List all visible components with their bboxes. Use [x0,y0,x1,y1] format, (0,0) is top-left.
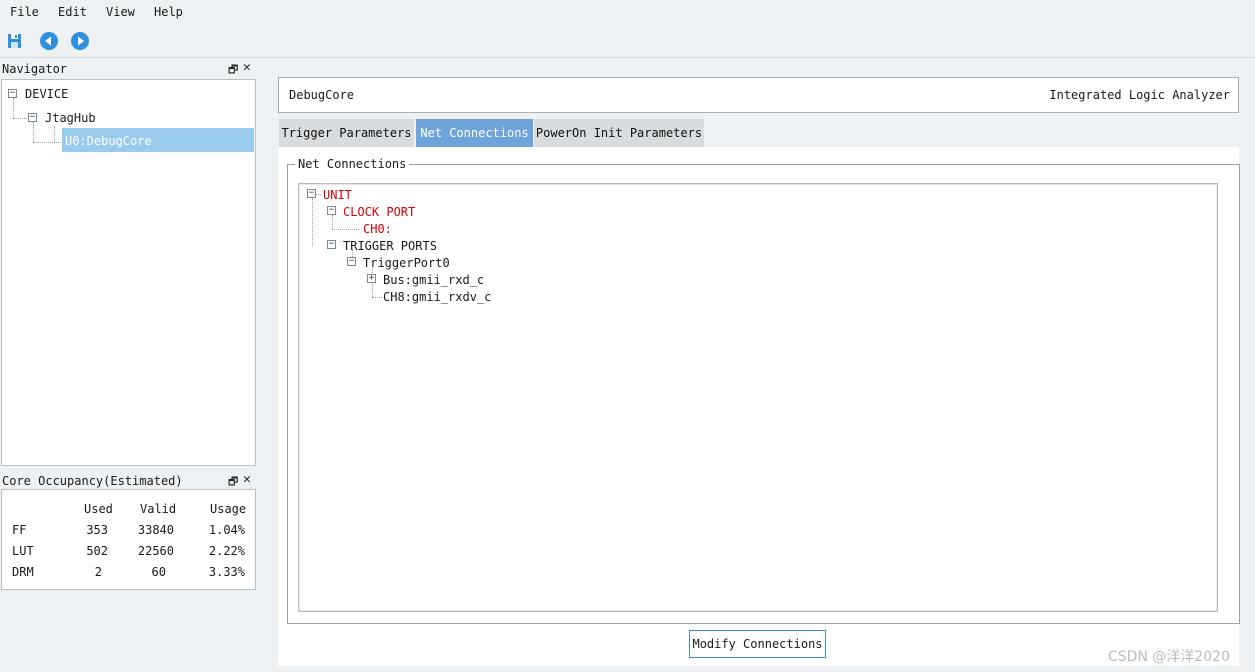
tree-node-unit[interactable]: UNIT [323,188,352,202]
cell-usage: 2.22% [208,544,245,558]
column-header: Valid [140,502,177,516]
navigator-title: Navigator [2,62,68,76]
collapse-icon[interactable]: − [8,89,17,98]
navigator-tree: − DEVICE − JtagHub U0:DebugCore [1,79,256,466]
tree-node-device[interactable]: DEVICE [25,87,68,101]
watermark: CSDN @洋洋2020 [1108,649,1230,665]
menu-edit[interactable]: Edit [58,5,87,19]
cell-valid: 22560 [137,544,174,558]
tree-node-trigger-ports[interactable]: TRIGGER PORTS [343,239,437,253]
collapse-icon[interactable]: − [327,240,336,249]
cell-used: 353 [86,523,108,537]
occupancy-table: Used Valid Usage FF 353 33840 1.04% LUT … [1,489,256,590]
menu-view[interactable]: View [106,5,135,19]
column-header: Usage [210,502,247,516]
tree-node-debugcore[interactable]: U0:DebugCore [65,134,152,148]
tree-node-bus[interactable]: Bus:gmii_rxd_c [383,273,484,287]
group-title: Net Connections [295,157,410,171]
net-connections-tree: − UNIT − CLOCK PORT CH0: − TRIGGER PORTS… [298,183,1218,612]
row-label: DRM [12,565,34,579]
tree-node-ch0[interactable]: CH0: [363,222,392,236]
collapse-icon[interactable]: − [327,206,336,215]
cell-used: 502 [86,544,108,558]
row-label: LUT [12,544,34,558]
cell-usage: 3.33% [208,565,245,579]
cell-valid: 60 [151,565,166,579]
collapse-icon[interactable]: − [28,113,37,122]
occupancy-title: Core Occupancy(Estimated) [2,474,183,488]
menu-help[interactable]: Help [154,5,183,19]
cell-used: 2 [94,565,102,579]
row-label: FF [12,523,27,537]
tab-poweron-init-parameters[interactable]: PowerOn Init Parameters [534,119,704,147]
cell-usage: 1.04% [208,523,245,537]
tab-net-connections[interactable]: Net Connections [416,119,533,147]
close-icon[interactable]: ✕ [243,472,251,487]
collapse-icon[interactable]: − [307,189,316,198]
tree-node-triggerport0[interactable]: TriggerPort0 [363,256,450,270]
core-header: DebugCore Integrated Logic Analyzer [278,77,1239,113]
menu-bar: File Edit View Help [0,0,1255,24]
toolbar [0,28,1255,54]
floppy-disk-icon[interactable] [5,31,25,51]
modify-connections-button[interactable]: Modify Connections [689,630,826,658]
core-name: DebugCore [289,88,355,102]
menu-file[interactable]: File [10,5,39,19]
arrow-right-circle-icon[interactable] [70,31,90,51]
restore-icon[interactable]: 🗗 [228,61,238,80]
expand-icon[interactable]: + [367,274,376,283]
tree-node-jtaghub[interactable]: JtagHub [45,111,96,125]
column-header: Used [84,502,113,516]
cell-valid: 33840 [137,523,174,537]
tree-node-clock-port[interactable]: CLOCK PORT [343,205,415,219]
toolbar-divider [0,57,1255,58]
core-type: Integrated Logic Analyzer [1049,88,1230,102]
tab-trigger-parameters[interactable]: Trigger Parameters [279,119,414,147]
tree-node-ch8[interactable]: CH8:gmii_rxdv_c [383,290,491,304]
close-icon[interactable]: ✕ [243,60,251,75]
arrow-left-circle-icon[interactable] [39,31,59,51]
collapse-icon[interactable]: − [347,257,356,266]
